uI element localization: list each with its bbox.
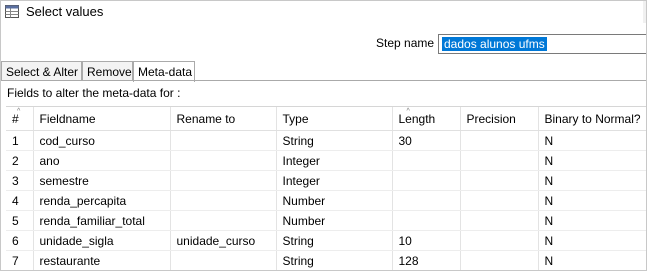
cell-precision[interactable] bbox=[460, 150, 539, 171]
cell-type[interactable]: String bbox=[276, 130, 393, 151]
tab-select-alter[interactable]: Select & Alter bbox=[1, 61, 82, 81]
table-row: 2 ano Integer N bbox=[6, 150, 646, 171]
cell-binary-to-normal[interactable]: N bbox=[538, 230, 646, 251]
column-header-fieldname[interactable]: Fieldname bbox=[33, 107, 171, 131]
cell-rename-to[interactable] bbox=[170, 210, 277, 231]
cell-binary-to-normal[interactable]: N bbox=[538, 190, 646, 211]
cell-length[interactable] bbox=[392, 210, 461, 231]
tab-select-alter-label: Select & Alter bbox=[6, 65, 79, 79]
cell-binary-to-normal[interactable]: N bbox=[538, 130, 646, 151]
cell-fieldname[interactable]: cod_curso bbox=[33, 130, 171, 151]
cell-binary-to-normal[interactable]: N bbox=[538, 170, 646, 191]
tab-remove-label: Remove bbox=[87, 65, 132, 79]
cell-type[interactable]: Integer bbox=[276, 150, 393, 171]
tab-remove[interactable]: Remove bbox=[82, 61, 133, 81]
table-row: 7 restaurante String 128 N bbox=[6, 250, 646, 270]
cell-precision[interactable] bbox=[460, 130, 539, 151]
cell-binary-to-normal[interactable]: N bbox=[538, 250, 646, 270]
cell-length[interactable] bbox=[392, 150, 461, 171]
cell-precision[interactable] bbox=[460, 250, 539, 270]
tab-meta-data-label: Meta-data bbox=[138, 65, 193, 79]
sort-up-icon: ^ bbox=[17, 108, 21, 115]
cell-fieldname[interactable]: ano bbox=[33, 150, 171, 171]
window-title: Select values bbox=[26, 4, 104, 19]
cell-type[interactable]: Number bbox=[276, 210, 393, 231]
cell-binary-to-normal[interactable]: N bbox=[538, 150, 646, 171]
cell-precision[interactable] bbox=[460, 210, 539, 231]
cell-rename-to[interactable] bbox=[170, 170, 277, 191]
step-name-input[interactable]: dados alunos ufms bbox=[438, 34, 646, 54]
cell-type[interactable]: Number bbox=[276, 190, 393, 211]
cell-fieldname[interactable]: renda_familiar_total bbox=[33, 210, 171, 231]
column-header-index[interactable]: ^ # bbox=[6, 107, 34, 131]
column-header-length[interactable]: ^ Length bbox=[392, 107, 461, 131]
cell-length[interactable]: 128 bbox=[392, 250, 461, 270]
row-index[interactable]: 6 bbox=[6, 230, 34, 251]
cell-length[interactable]: 30 bbox=[392, 130, 461, 151]
cell-rename-to[interactable] bbox=[170, 150, 277, 171]
column-header-precision[interactable]: Precision bbox=[460, 107, 539, 131]
cell-rename-to[interactable]: unidade_curso bbox=[170, 230, 277, 251]
tab-divider bbox=[1, 80, 646, 81]
cell-rename-to[interactable] bbox=[170, 250, 277, 270]
sort-up-icon: ^ bbox=[406, 108, 410, 115]
cell-fieldname[interactable]: semestre bbox=[33, 170, 171, 191]
cell-fieldname[interactable]: renda_percapita bbox=[33, 190, 171, 211]
title-bar: Select values bbox=[1, 1, 646, 23]
metadata-table: ^ # Fieldname Rename to Type ^ Length Pr… bbox=[6, 106, 646, 270]
row-index[interactable]: 7 bbox=[6, 250, 34, 270]
step-name-value: dados alunos ufms bbox=[442, 37, 547, 51]
cell-rename-to[interactable] bbox=[170, 190, 277, 211]
cell-fieldname[interactable]: unidade_sigla bbox=[33, 230, 171, 251]
table-row: 3 semestre Integer N bbox=[6, 170, 646, 191]
table-row: 5 renda_familiar_total Number N bbox=[6, 210, 646, 231]
row-index[interactable]: 1 bbox=[6, 130, 34, 151]
table-row: 1 cod_curso String 30 N bbox=[6, 130, 646, 151]
cell-precision[interactable] bbox=[460, 190, 539, 211]
cell-precision[interactable] bbox=[460, 230, 539, 251]
cell-binary-to-normal[interactable]: N bbox=[538, 210, 646, 231]
cell-type[interactable]: Integer bbox=[276, 170, 393, 191]
cell-rename-to[interactable] bbox=[170, 130, 277, 151]
row-index[interactable]: 3 bbox=[6, 170, 34, 191]
window-edge bbox=[643, 1, 646, 23]
cell-type[interactable]: String bbox=[276, 250, 393, 270]
cell-type[interactable]: String bbox=[276, 230, 393, 251]
cell-length[interactable] bbox=[392, 190, 461, 211]
row-index[interactable]: 4 bbox=[6, 190, 34, 211]
row-index[interactable]: 2 bbox=[6, 150, 34, 171]
table-row: 6 unidade_sigla unidade_curso String 10 … bbox=[6, 230, 646, 251]
table-header-row: ^ # Fieldname Rename to Type ^ Length Pr… bbox=[6, 107, 646, 131]
tab-meta-data[interactable]: Meta-data bbox=[133, 61, 195, 82]
row-index[interactable]: 5 bbox=[6, 210, 34, 231]
table-grid-icon bbox=[5, 5, 19, 18]
cell-fieldname[interactable]: restaurante bbox=[33, 250, 171, 270]
fields-label: Fields to alter the meta-data for : bbox=[7, 86, 181, 100]
cell-length[interactable]: 10 bbox=[392, 230, 461, 251]
cell-precision[interactable] bbox=[460, 170, 539, 191]
column-header-binary-to-normal[interactable]: Binary to Normal? bbox=[538, 107, 646, 131]
column-header-rename-to[interactable]: Rename to bbox=[170, 107, 277, 131]
table-row: 4 renda_percapita Number N bbox=[6, 190, 646, 211]
step-name-label: Step name bbox=[376, 36, 435, 50]
cell-length[interactable] bbox=[392, 170, 461, 191]
column-header-type[interactable]: Type bbox=[276, 107, 393, 131]
